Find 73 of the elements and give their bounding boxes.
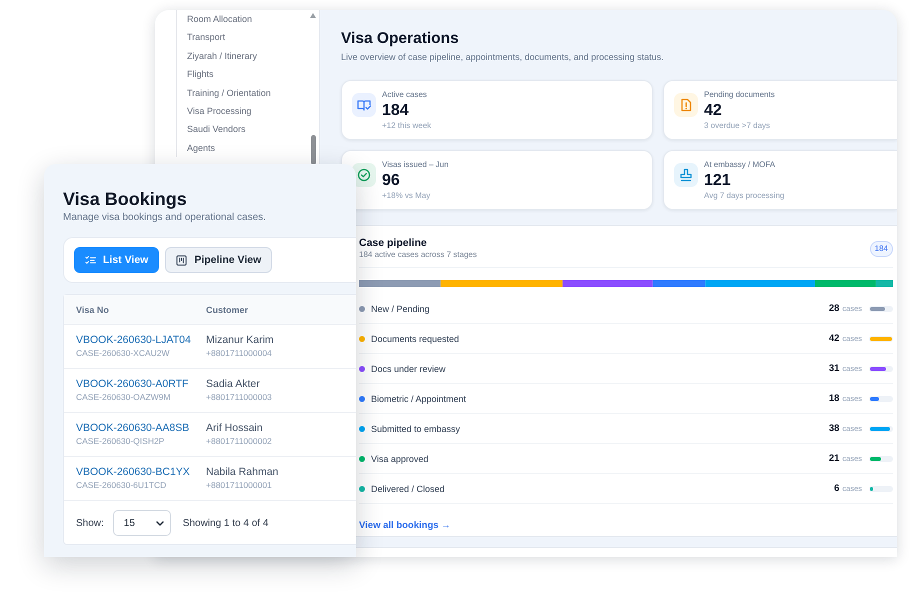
stat-value: 96 bbox=[382, 172, 401, 188]
case-number: CASE-260630-QISH2P bbox=[76, 436, 166, 447]
nav-item[interactable]: Flights bbox=[187, 65, 319, 84]
nav-item[interactable]: Saudi Vendors bbox=[187, 120, 319, 139]
chevron-down-icon bbox=[156, 520, 164, 526]
view-tab[interactable]: Pipeline View bbox=[165, 247, 272, 273]
stage-label: Docs under review bbox=[371, 364, 447, 374]
customer-name: Mizanur Karim bbox=[206, 334, 274, 347]
customer-name: Arif Hossain bbox=[206, 422, 264, 435]
stage-count: 21 bbox=[828, 453, 840, 464]
column-header: Customer bbox=[206, 304, 248, 314]
visa-number-link[interactable]: VBOOK-260630-AA8SB bbox=[76, 422, 206, 435]
stage-label: Biometric / Appointment bbox=[371, 394, 468, 404]
nav-item[interactable]: Transport bbox=[187, 28, 319, 47]
card-title: Visa Bookings bbox=[63, 188, 188, 210]
customer-phone: +8801711000004 bbox=[206, 348, 273, 359]
stat-note: +12 this week bbox=[382, 120, 432, 130]
page-size-select[interactable]: 15 bbox=[112, 510, 171, 536]
card-title: Case pipeline bbox=[359, 237, 428, 250]
stat-label: Pending documents bbox=[704, 90, 775, 100]
view-all-link[interactable]: View all bookings → bbox=[359, 520, 451, 531]
stage-label: Visa approved bbox=[371, 454, 430, 464]
case-number: CASE-260630-OAZW9M bbox=[76, 392, 172, 403]
scrollbar-thumb[interactable] bbox=[311, 135, 316, 165]
page-subtitle: Live overview of case pipeline, appointments, documents, and processing status. bbox=[341, 51, 665, 63]
nav-item[interactable]: Visa Processing bbox=[187, 102, 319, 120]
customer-name: Nabila Rahman bbox=[206, 466, 278, 479]
customer-phone: +8801711000001 bbox=[206, 480, 273, 491]
document-alert-icon bbox=[674, 93, 698, 117]
list-check-icon bbox=[85, 254, 96, 266]
card-subtitle: Manage visa bookings and operational cases. bbox=[63, 211, 267, 224]
customer-phone: +8801711000002 bbox=[206, 436, 272, 447]
view-tab[interactable]: List View bbox=[74, 247, 160, 273]
stat-note: +18% vs May bbox=[382, 190, 432, 200]
stage-label: Submitted to embassy bbox=[371, 424, 462, 434]
nav-item[interactable]: Agents bbox=[187, 138, 319, 158]
visa-number-link[interactable]: VBOOK-260630-LJAT04 bbox=[76, 334, 206, 347]
nav-item[interactable]: Room Allocation bbox=[187, 10, 319, 28]
scroll-up-icon[interactable] bbox=[310, 13, 316, 18]
stat-note: Avg 7 days processing bbox=[704, 190, 784, 200]
stage-count: 38 bbox=[828, 423, 840, 434]
stat-label: At embassy / MOFA bbox=[704, 160, 776, 170]
stat-value: 184 bbox=[382, 102, 410, 118]
stage-label: Delivered / Closed bbox=[371, 484, 446, 494]
column-header: Visa No bbox=[75, 304, 110, 314]
case-number: CASE-260630-6U1TCD bbox=[76, 480, 168, 491]
visa-number-link[interactable]: VBOOK-260630-A0RTF bbox=[76, 378, 206, 391]
card-subtitle: 184 active cases across 7 stages bbox=[359, 250, 477, 260]
customer-name: Sadia Akter bbox=[206, 378, 261, 391]
stat-label: Visas issued – Jun bbox=[382, 160, 449, 170]
stamp-icon bbox=[674, 163, 698, 187]
stat-label: Active cases bbox=[382, 90, 428, 100]
stage-count: 42 bbox=[828, 333, 840, 344]
stage-label: New / Pending bbox=[371, 304, 431, 314]
show-label: Show: bbox=[76, 518, 104, 528]
stage-count: 6 bbox=[834, 483, 840, 494]
stat-value: 42 bbox=[704, 102, 723, 118]
stat-note: 3 overdue >7 days bbox=[704, 120, 772, 130]
nav-item[interactable]: Training / Orientation bbox=[187, 84, 319, 102]
stage-count: 18 bbox=[828, 393, 840, 404]
board-icon bbox=[176, 254, 188, 266]
results-summary: Showing 1 to 4 of 4 bbox=[182, 518, 268, 528]
customer-phone: +8801711000003 bbox=[206, 392, 272, 403]
stage-label: Documents requested bbox=[371, 334, 460, 344]
nav-item[interactable]: Ziyarah / Itinerary bbox=[187, 46, 319, 66]
case-number: CASE-260630-XCAU2W bbox=[76, 348, 171, 359]
stage-count: 31 bbox=[828, 363, 840, 374]
page-title: Visa Operations bbox=[341, 30, 460, 48]
stat-value: 121 bbox=[704, 172, 732, 188]
count-badge: 184 bbox=[870, 240, 893, 256]
stage-count: 28 bbox=[828, 303, 840, 314]
visa-number-link[interactable]: VBOOK-260630-BC1YX bbox=[76, 466, 206, 479]
book-check-icon bbox=[352, 93, 376, 117]
